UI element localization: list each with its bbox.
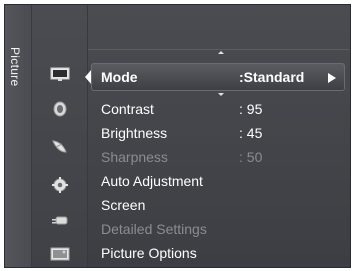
- item-value: : 45: [239, 125, 263, 141]
- menu-item-sharpness: Sharpness : 50: [101, 149, 341, 169]
- setup-gear-icon[interactable]: [49, 176, 71, 194]
- menu-item-mode[interactable]: Mode :Standard: [91, 63, 345, 91]
- scroll-down-indicator: [218, 93, 224, 96]
- menu-item-brightness[interactable]: Brightness : 45: [101, 125, 341, 145]
- item-value: : 50: [239, 149, 263, 165]
- application-card-icon[interactable]: [49, 245, 71, 263]
- tv-osd-menu: Picture Mode:Standard Contrast: 95 Bri…: [4, 4, 351, 268]
- menu-item-picture-options[interactable]: Picture Options: [101, 245, 341, 265]
- right-arrow-icon: [328, 73, 336, 83]
- picture-tv-icon[interactable]: [49, 65, 71, 83]
- menu-item-screen[interactable]: Screen: [101, 197, 341, 217]
- menu-item-detailed-settings: Detailed Settings: [101, 221, 341, 241]
- item-label: Sharpness: [101, 149, 168, 165]
- menu-divider: [88, 49, 350, 50]
- item-label: Brightness: [101, 125, 168, 141]
- item-label: Auto Adjustment: [101, 173, 203, 189]
- item-label: Detailed Settings: [101, 221, 207, 237]
- item-value: : 95: [239, 101, 263, 117]
- item-label: Screen: [101, 197, 146, 213]
- menu-item-auto-adjustment[interactable]: Auto Adjustment: [101, 173, 341, 193]
- menu-item-contrast[interactable]: Contrast : 95: [101, 101, 341, 121]
- item-label: Contrast: [101, 101, 154, 117]
- channel-dish-icon[interactable]: [49, 138, 71, 156]
- input-plug-icon[interactable]: [49, 212, 71, 230]
- sound-speaker-icon[interactable]: [49, 100, 71, 118]
- mode-label: Mode: [101, 69, 138, 85]
- scroll-up-indicator: [218, 51, 224, 54]
- mode-value: :Standard: [239, 69, 305, 85]
- category-label: Picture: [8, 47, 22, 87]
- picture-category-tab: Picture: [5, 5, 32, 267]
- item-label: Picture Options: [101, 245, 197, 261]
